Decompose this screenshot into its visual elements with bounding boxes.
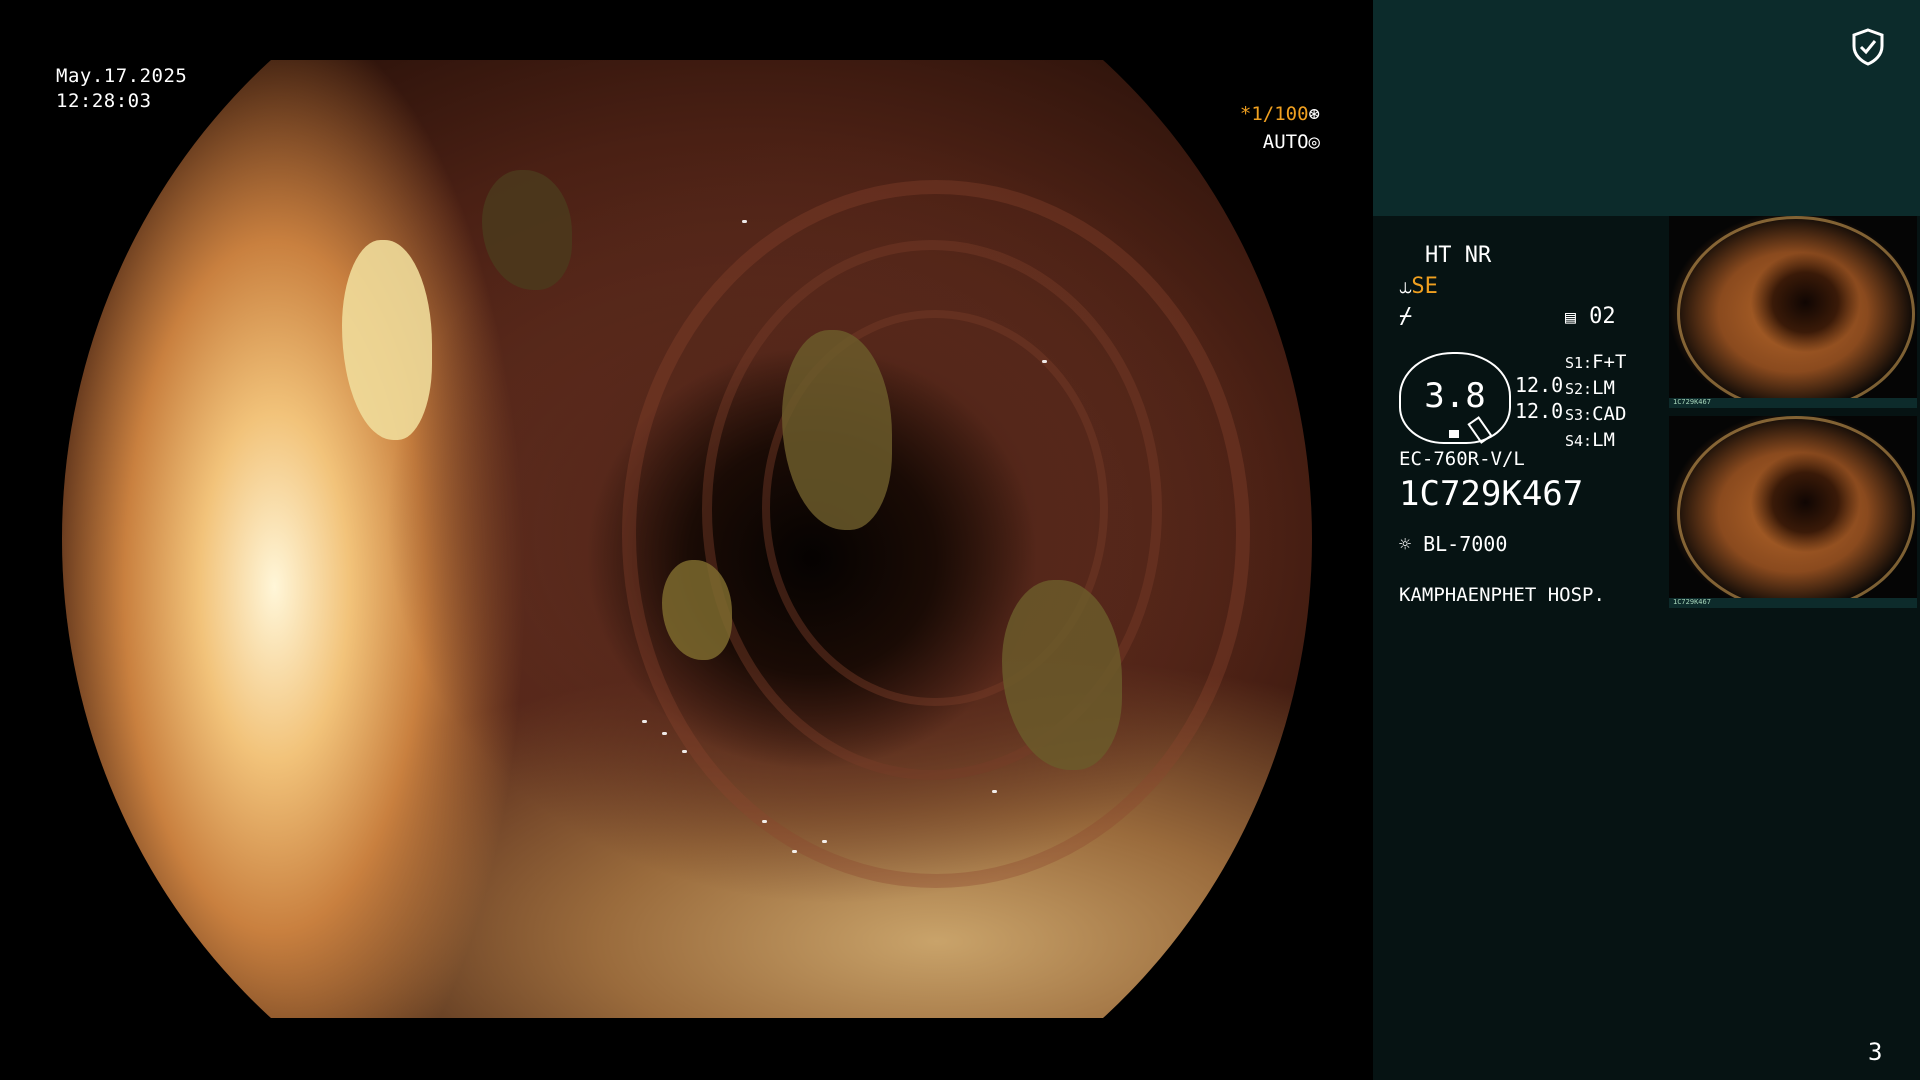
date-time-display: May.17.2025 12:28:03: [56, 64, 187, 114]
slot-item: S2:LM: [1565, 376, 1626, 402]
specular-highlight: [992, 790, 997, 793]
light-source-row: ☼ BL-7000: [1399, 532, 1507, 556]
slot-key: S3:: [1565, 406, 1593, 424]
thumbnail-frame: [1677, 216, 1915, 408]
stool-debris: [342, 240, 432, 440]
slot-list: S1:F+T S2:LM S3:CAD S4:LM: [1565, 350, 1626, 454]
gauge-value: 3.8: [1424, 376, 1486, 416]
lightning-icon: ⌿: [1399, 304, 1413, 329]
exposure-mode: AUTO: [1262, 131, 1309, 153]
channel-icon: ▤: [1565, 307, 1576, 328]
thumbnail-caption: 1C729K467: [1673, 598, 1711, 606]
slot-value: F+T: [1592, 351, 1627, 373]
mode-se-row: ⥿SE: [1399, 274, 1438, 299]
specular-highlight: [642, 720, 647, 723]
scope-icon: ⥿: [1399, 274, 1412, 299]
mode-se: SE: [1411, 274, 1438, 299]
shield-check-icon: [1852, 28, 1884, 66]
specular-highlight: [1042, 360, 1047, 363]
gauge: 3.8: [1399, 352, 1511, 444]
slot-key: S4:: [1565, 432, 1593, 450]
time-text: 12:28:03: [56, 90, 152, 112]
panel-header: [1373, 0, 1920, 216]
thumbnail-2[interactable]: 1C729K467: [1669, 416, 1917, 608]
shutter-info: *1/100⊛ AUTO◎: [1228, 100, 1320, 156]
channel-row: ▤ 02: [1565, 304, 1616, 329]
slot-item: S1:F+T: [1565, 350, 1626, 376]
light-source-icon: ☼: [1399, 532, 1412, 556]
stool-debris: [482, 170, 572, 290]
specular-highlight: [682, 750, 687, 753]
shutter-speed: *1/100: [1239, 103, 1309, 125]
slot-item: S3:CAD: [1565, 402, 1626, 428]
channel-number: 02: [1589, 304, 1616, 329]
info-panel: HT NR ⥿SE ⌿ ▤ 02 3.8 12.0 12.0 S1:F+T S2…: [1373, 0, 1920, 1080]
date-text: May.17.2025: [56, 65, 188, 87]
slot-value: LM: [1592, 377, 1615, 399]
light-source-label: BL-7000: [1423, 532, 1508, 556]
value-readouts: 12.0 12.0: [1515, 372, 1563, 424]
thumbnail-caption: 1C729K467: [1673, 398, 1711, 406]
scope-model: EC-760R-V/L: [1399, 448, 1525, 470]
page-number: 3: [1868, 1038, 1883, 1066]
value-1: 12.0: [1515, 373, 1564, 397]
specular-highlight: [762, 820, 767, 823]
mucosal-fold: [622, 180, 1250, 888]
thumbnail-1[interactable]: 1C729K467: [1669, 216, 1917, 408]
hospital-name: KAMPHAENPHET HOSP.: [1399, 584, 1605, 606]
thumbnail-frame: [1677, 416, 1915, 608]
mode-top: HT NR: [1425, 243, 1492, 268]
specular-highlight: [742, 220, 747, 223]
auto-exposure-icon: ◎: [1308, 131, 1320, 153]
endoscope-view: [62, 60, 1312, 1018]
slot-value: CAD: [1592, 403, 1627, 425]
specular-highlight: [662, 732, 667, 735]
gauge-marker: [1449, 430, 1459, 438]
aperture-icon: ⊛: [1308, 103, 1320, 125]
slot-key: S2:: [1565, 380, 1593, 398]
scope-serial: 1C729K467: [1399, 474, 1584, 514]
slot-key: S1:: [1565, 354, 1593, 372]
gauge-needle: [1467, 416, 1493, 444]
slot-value: LM: [1592, 429, 1615, 451]
slot-item: S4:LM: [1565, 428, 1626, 454]
specular-highlight: [792, 850, 797, 853]
value-2: 12.0: [1515, 399, 1564, 423]
specular-highlight: [822, 840, 827, 843]
